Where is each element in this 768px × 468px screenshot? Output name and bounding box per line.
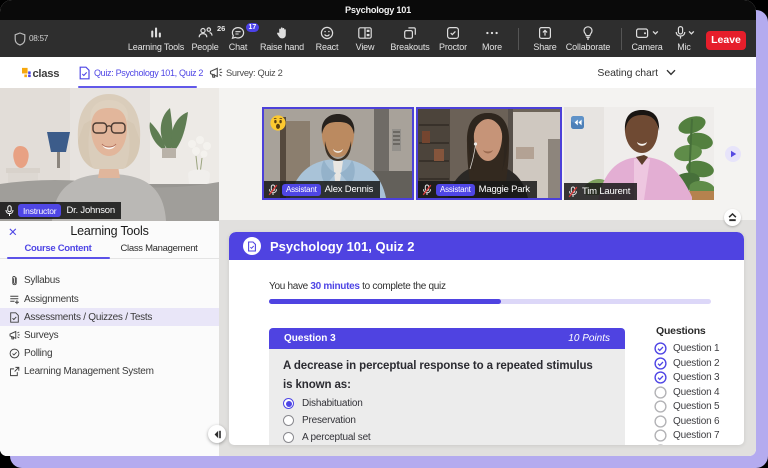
svg-text:class: class: [32, 68, 59, 80]
